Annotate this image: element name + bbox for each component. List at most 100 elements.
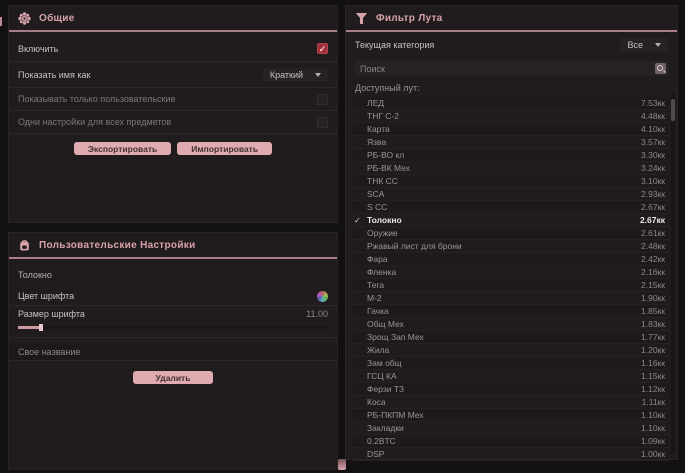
enable-checkbox[interactable]: ✓ [317,43,328,54]
loot-item-name: ТНК СС [367,176,398,186]
loot-list-row[interactable]: Коса1.11кк [352,396,669,409]
edge-accent-sliver [0,17,2,26]
loot-list-row[interactable]: М-21.90кк [352,292,669,305]
loot-item-price: 3.24кк [641,163,665,173]
font-size-slider[interactable] [18,324,328,331]
scrollbar-handle[interactable] [671,99,675,121]
loot-list-row[interactable]: ГСЦ КА1.15кк [352,370,669,383]
panel-title: Общие [39,13,75,24]
chevron-down-icon [315,73,321,77]
loot-item-price: 2.61кк [641,228,665,238]
loot-list-row[interactable]: Фара2.42кк [352,253,669,266]
loot-item-price: 1.20кк [641,345,665,355]
loot-list-row[interactable]: ✓Толокно2.67кк [352,214,669,227]
divider [9,337,337,338]
chevron-down-icon [655,43,661,47]
loot-item-name: Оружие [367,228,398,238]
loot-list-row[interactable]: Язва3.57кк [352,136,669,149]
loot-list-row[interactable]: ТНГ С-2 4.48кк [352,110,669,123]
loot-list-row[interactable]: Ферзи ТЗ1.12кк [352,383,669,396]
resize-handle[interactable] [338,459,346,470]
scrollbar[interactable] [671,94,675,454]
loot-list-row[interactable]: Тега2.15кк [352,279,669,292]
font-size-label: Размер шрифта [18,309,85,319]
loot-item-name: Общ Мех [367,319,404,329]
slider-handle[interactable] [39,324,43,331]
same-settings-checkbox[interactable] [317,117,328,128]
loot-list-row[interactable]: Зам общ1.16кк [352,357,669,370]
app-window: Общие Включить ✓ Показать имя как Кратки… [0,0,685,473]
user-settings-header: Пользовательские Настройки [9,233,337,257]
loot-item-name: Фара [367,254,388,264]
loot-item-price: 3.57кк [641,137,665,147]
loot-list-row[interactable]: Общ Мех 1.83кк [352,318,669,331]
loot-item-name: 0.2BTC [367,436,396,446]
dropdown-value: Все [627,40,643,50]
loot-list-row[interactable]: Карта4.10кк [352,123,669,136]
loot-item-name: Карта [367,124,390,134]
font-color-label: Цвет шрифта [18,291,74,301]
loot-item-price: 1.10кк [641,423,665,433]
loot-list-row[interactable]: Жила 1.20кк [352,344,669,357]
loot-item-price: 1.00кк [641,449,665,459]
category-row: Текущая категория Все [346,32,677,58]
loot-list-row[interactable]: Закладки1.10кк [352,422,669,435]
funnel-icon [355,12,368,25]
search-icon[interactable] [655,63,666,74]
loot-item-name: ГСЦ КА [367,371,397,381]
loot-item-name: Ферзи ТЗ [367,384,404,394]
loot-item-name: М-2 [367,293,382,303]
only-custom-checkbox[interactable] [317,94,328,105]
font-size-value: 11.00 [306,309,328,319]
loot-item-name: Тега [367,280,384,290]
available-loot-label: Доступный лут: [355,83,668,93]
custom-name-input[interactable]: Свое название [9,344,337,360]
import-button[interactable]: Импортировать [177,142,272,155]
loot-list-row[interactable]: ЛЕД7.53кк [352,97,669,110]
loot-item-name: Жила [367,345,389,355]
loot-list-row[interactable]: Фленка2.16кк [352,266,669,279]
category-label: Текущая категория [355,40,434,50]
loot-item-price: 2.48кк [641,241,665,251]
loot-list-row[interactable]: SCA2.93кк [352,188,669,201]
category-dropdown[interactable]: Все [620,38,668,52]
panel-title: Пользовательские Настройки [39,240,196,251]
loot-list-row[interactable]: Гачка1.85кк [352,305,669,318]
panel-loot-filter: Фильтр Лута Текущая категория Все Поиск … [345,5,678,460]
loot-list-row[interactable]: S СС2.67кк [352,201,669,214]
loot-list-row[interactable]: Зрощ Зап Мех1.77кк [352,331,669,344]
loot-item-name: DSP [367,449,384,459]
slider-track [18,326,328,329]
name-mode-dropdown[interactable]: Краткий [263,68,328,82]
general-header: Общие [9,6,337,30]
loot-item-name: ТНГ С-2 [367,111,399,121]
export-button[interactable]: Экспортировать [74,142,171,155]
setting-label: Одни настройки для всех предметов [18,117,171,127]
loot-list-row[interactable]: РБ-ПКПМ Мех1.10кк [352,409,669,422]
loot-item-price: 3.30кк [641,150,665,160]
loot-list-row[interactable]: 0.2BTC1.09кк [352,435,669,448]
loot-item-price: 1.77кк [641,332,665,342]
loot-list-row[interactable]: Оружие 2.61кк [352,227,669,240]
loot-item-name: РБ-ПКПМ Мех [367,410,424,420]
color-wheel-icon[interactable] [317,291,328,302]
loot-item-price: 4.48кк [641,111,665,121]
delete-button[interactable]: Удалить [133,371,213,384]
loot-list-row[interactable]: РБ-ВК Мех 3.24кк [352,162,669,175]
divider [9,133,337,134]
loot-item-price: 1.83кк [641,319,665,329]
loot-item-name: Зам общ [367,358,402,368]
search-input[interactable]: Поиск [354,61,669,76]
loot-item-name: Толокно [367,215,402,225]
loot-item-name: РБ-ВК Мех [367,163,410,173]
loot-list-row[interactable]: РБ-ВО кл3.30кк [352,149,669,162]
loot-list-row[interactable]: Ржавый лист для брони2.48кк [352,240,669,253]
selected-item-name: Толокно [18,270,328,280]
loot-item-name: Гачка [367,306,389,316]
panel-title: Фильтр Лута [376,13,443,24]
dropdown-value: Краткий [270,70,303,80]
loot-list-row[interactable]: DSP 1.00кк [352,448,669,461]
loot-item-price: 2.67кк [640,215,665,225]
loot-list-row[interactable]: ТНК СС3.10кк [352,175,669,188]
header-underline [9,257,337,259]
